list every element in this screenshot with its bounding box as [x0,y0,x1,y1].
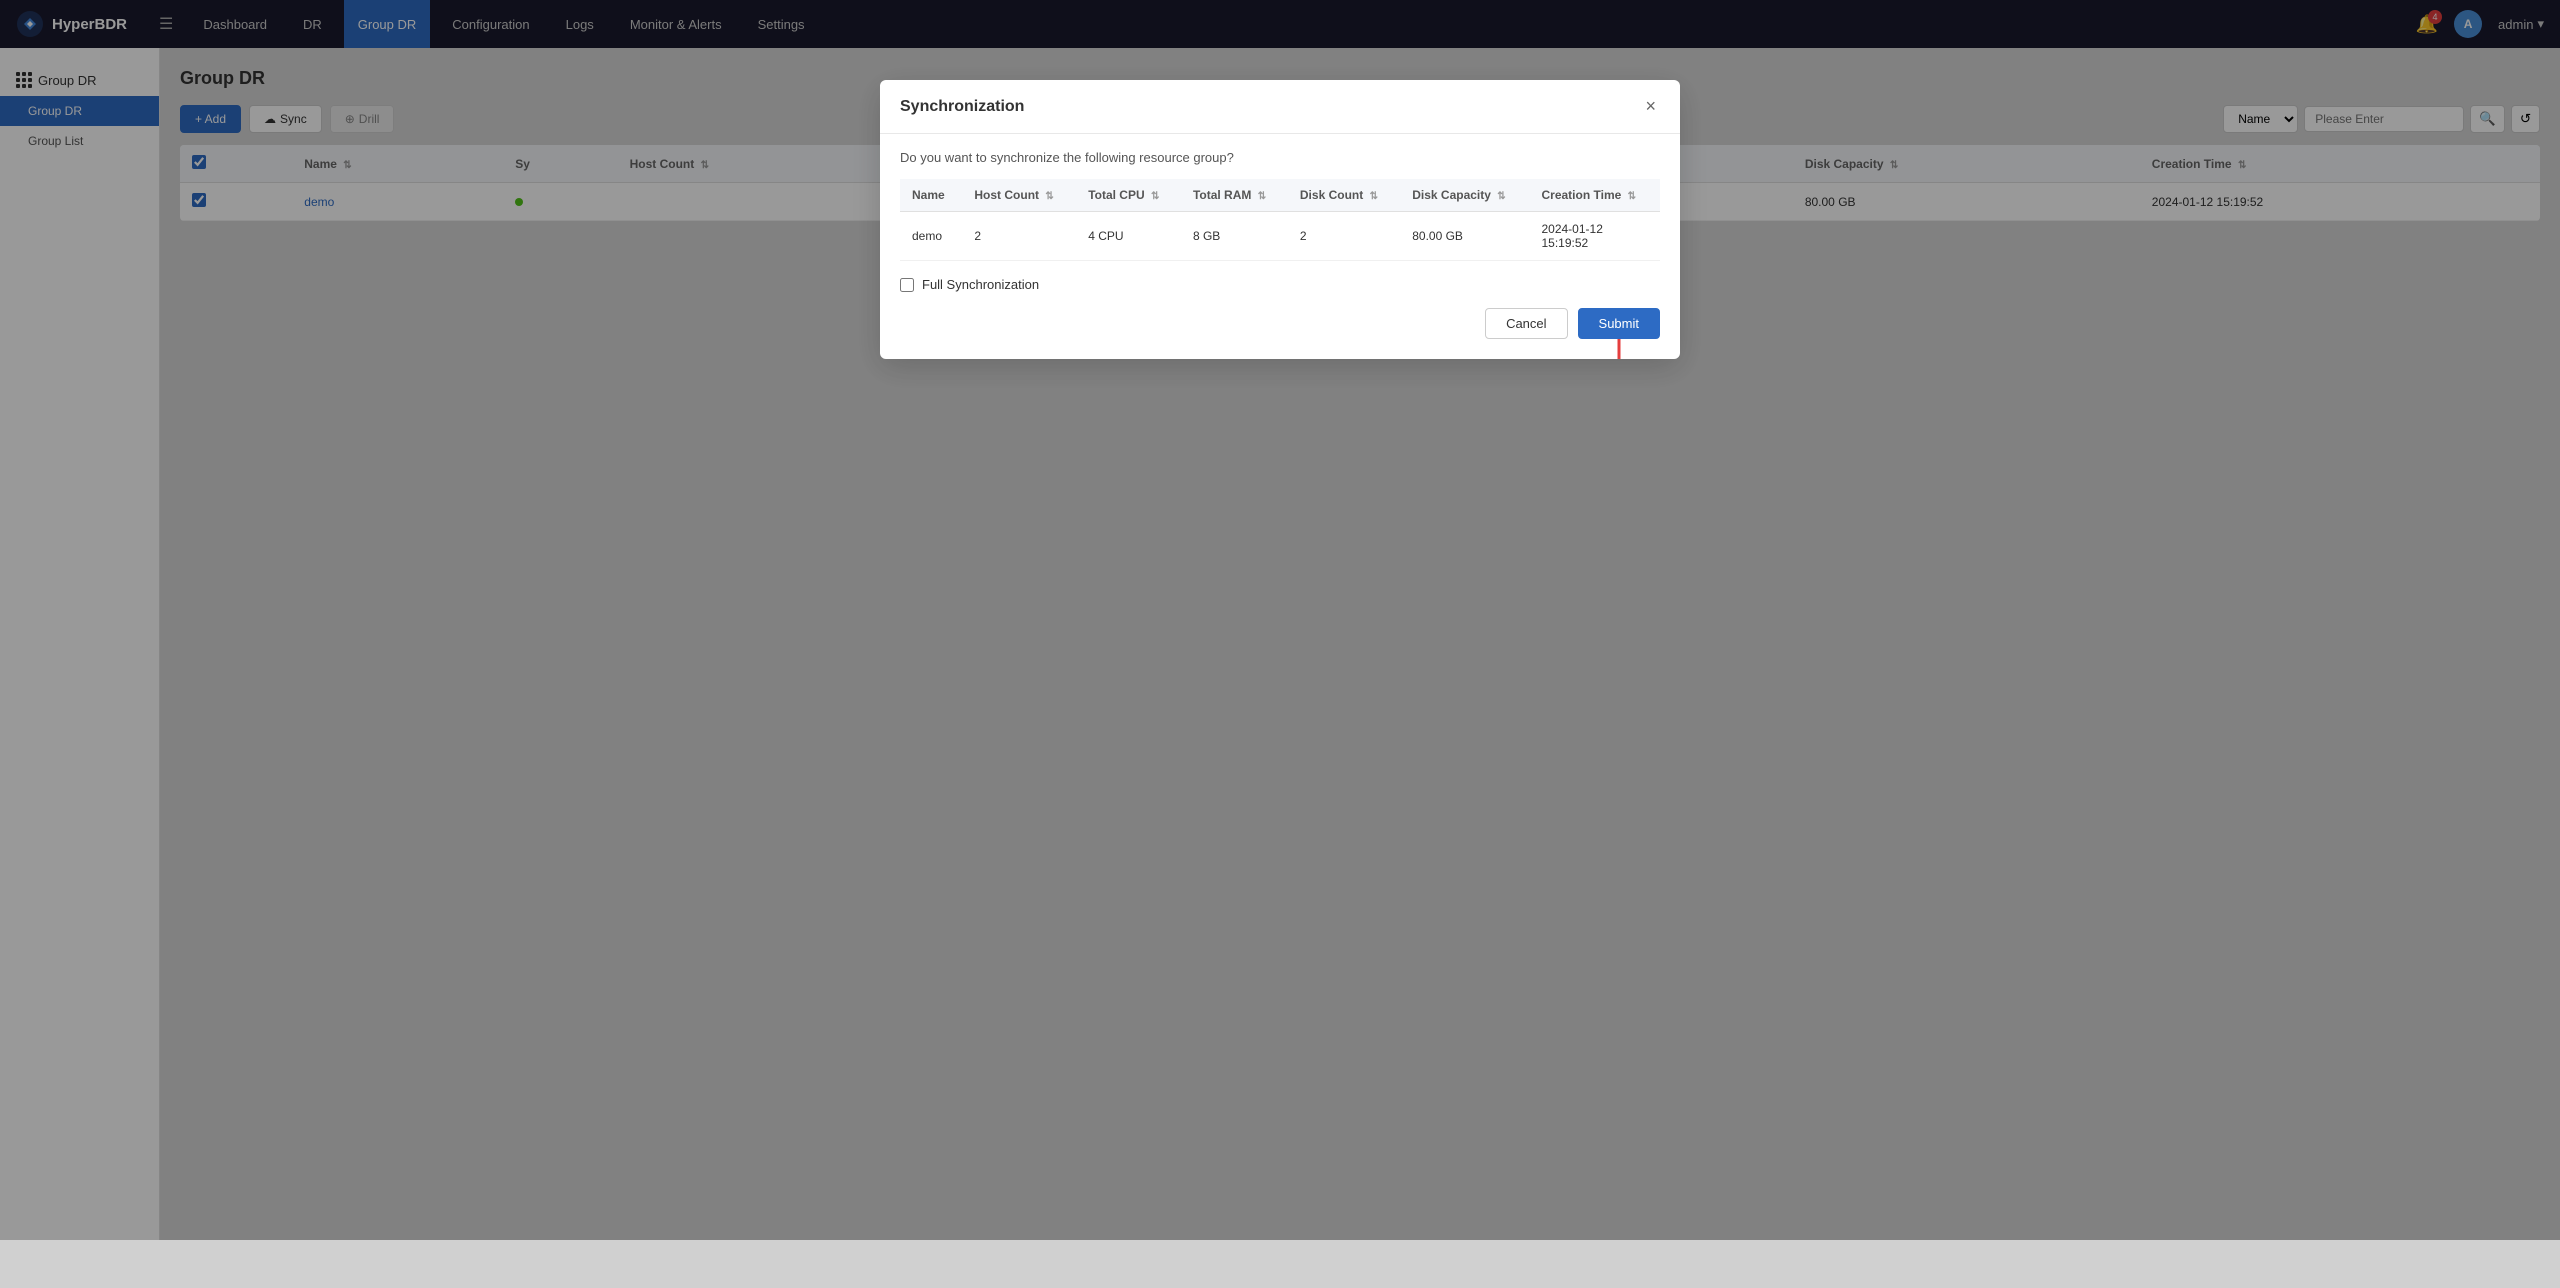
modal-col-host-count: Host Count ⇅ [962,179,1076,212]
modal-col-disk-count: Disk Count ⇅ [1288,179,1400,212]
modal-row-disk-capacity: 80.00 GB [1400,212,1529,261]
modal-header: Synchronization × [880,80,1680,134]
modal-title: Synchronization [900,98,1024,116]
modal-col-total-cpu: Total CPU ⇅ [1076,179,1181,212]
modal-col-disk-capacity: Disk Capacity ⇅ [1400,179,1529,212]
modal-table: Name Host Count ⇅ Total CPU ⇅ Total RAM … [900,179,1660,261]
modal-description: Do you want to synchronize the following… [900,150,1660,165]
full-sync-label[interactable]: Full Synchronization [900,277,1660,292]
full-sync-text: Full Synchronization [922,277,1039,292]
modal-row-host-count: 2 [962,212,1076,261]
modal-sort-cpu: ⇅ [1151,191,1159,202]
red-arrow [1599,339,1639,359]
modal-col-total-ram: Total RAM ⇅ [1181,179,1288,212]
modal-row-total-cpu: 4 CPU [1076,212,1181,261]
modal-sort-ram: ⇅ [1258,191,1266,202]
modal-row-disk-count: 2 [1288,212,1400,261]
modal-row-name: demo [900,212,962,261]
synchronization-modal: Synchronization × Do you want to synchro… [880,80,1680,359]
modal-overlay[interactable]: Synchronization × Do you want to synchro… [0,0,2560,1240]
cancel-button[interactable]: Cancel [1485,308,1567,339]
full-sync-checkbox[interactable] [900,278,914,292]
modal-col-name: Name [900,179,962,212]
modal-body: Do you want to synchronize the following… [880,134,1680,359]
submit-button-container: Submit [1578,308,1660,339]
modal-row-total-ram: 8 GB [1181,212,1288,261]
modal-table-row: demo 2 4 CPU 8 GB 2 80.00 GB 2024-01-121… [900,212,1660,261]
modal-footer: Cancel Submit [900,296,1660,343]
submit-button[interactable]: Submit [1578,308,1660,339]
modal-sort-time: ⇅ [1628,191,1636,202]
modal-row-creation-time: 2024-01-1215:19:52 [1529,212,1660,261]
modal-close-button[interactable]: × [1641,96,1660,117]
modal-sort-host: ⇅ [1045,191,1053,202]
modal-sort-disk-count: ⇅ [1370,191,1378,202]
modal-col-creation-time: Creation Time ⇅ [1529,179,1660,212]
modal-sort-disk-cap: ⇅ [1497,191,1505,202]
